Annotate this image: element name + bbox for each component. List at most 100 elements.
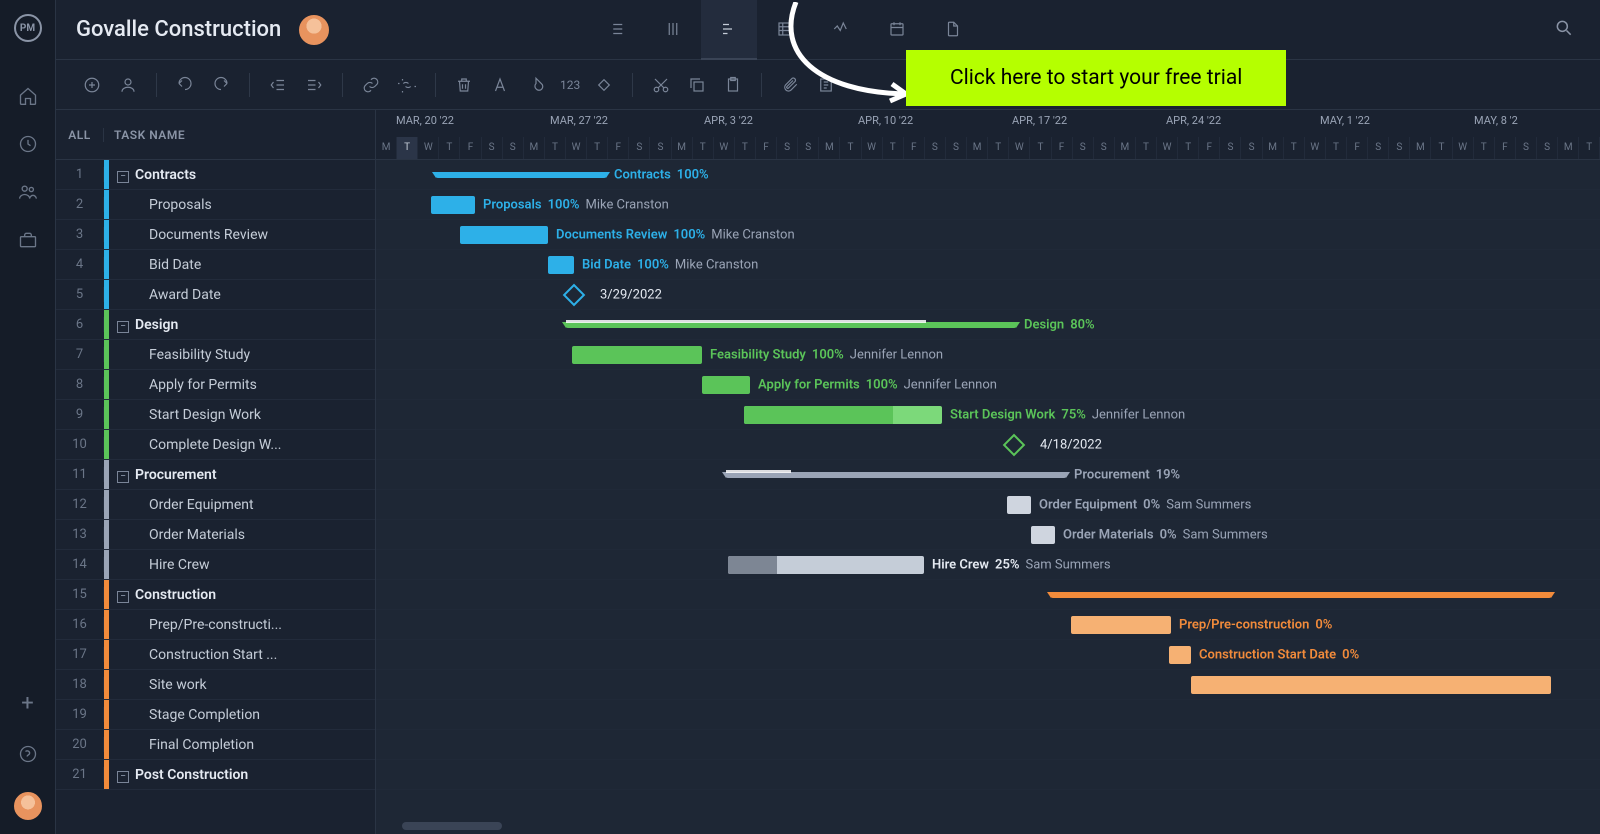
- gantt-bar-task: Proposals: [483, 198, 542, 213]
- task-row-number: 3: [56, 227, 104, 242]
- gantt-task-bar[interactable]: Proposals100%Mike Cranston: [431, 196, 475, 214]
- search-icon[interactable]: [1548, 12, 1580, 48]
- timeline-day-label: M: [1115, 137, 1136, 159]
- font-button[interactable]: [484, 69, 516, 101]
- view-board-icon[interactable]: [645, 0, 701, 60]
- task-row[interactable]: 9Start Design Work: [56, 400, 375, 430]
- view-sheet-icon[interactable]: [757, 0, 813, 60]
- collapse-icon[interactable]: −: [117, 771, 129, 783]
- gantt-task-bar[interactable]: Start Design Work75%Jennifer Lennon: [744, 406, 942, 424]
- gantt-summary-bar[interactable]: Contracts100%: [436, 172, 606, 178]
- paste-button[interactable]: [717, 69, 749, 101]
- color-button[interactable]: [520, 69, 552, 101]
- task-name: Documents Review: [109, 227, 375, 243]
- gantt-summary-bar[interactable]: Procurement19%: [726, 472, 1066, 478]
- recent-icon[interactable]: [16, 132, 40, 156]
- outdent-button[interactable]: [262, 69, 294, 101]
- timeline-week-label: MAY, 8 '2: [1474, 110, 1518, 127]
- collapse-icon[interactable]: −: [117, 471, 129, 483]
- task-row[interactable]: 12Order Equipment: [56, 490, 375, 520]
- task-row[interactable]: 19Stage Completion: [56, 700, 375, 730]
- horizontal-scrollbar[interactable]: [402, 822, 502, 830]
- gantt-summary-bar[interactable]: [1051, 592, 1551, 598]
- cta-banner[interactable]: Click here to start your free trial: [906, 50, 1286, 106]
- view-gantt-icon[interactable]: [701, 0, 757, 60]
- collapse-icon[interactable]: −: [117, 321, 129, 333]
- gantt-task-bar[interactable]: Prep/Pre-construction0%: [1071, 616, 1171, 634]
- task-row[interactable]: 3 Documents Review: [56, 220, 375, 250]
- collapse-icon[interactable]: −: [117, 171, 129, 183]
- indent-button[interactable]: [298, 69, 330, 101]
- gantt-milestone[interactable]: [563, 284, 586, 307]
- collapse-icon[interactable]: −: [117, 591, 129, 603]
- gantt-task-bar[interactable]: Documents Review100%Mike Cranston: [460, 226, 548, 244]
- gantt-task-bar[interactable]: Hire Crew25%Sam Summers: [728, 556, 924, 574]
- task-row[interactable]: 1−Contracts: [56, 160, 375, 190]
- task-name: Award Date: [109, 287, 375, 303]
- undo-button[interactable]: [169, 69, 201, 101]
- gantt-milestone[interactable]: [1003, 434, 1026, 457]
- gantt-task-bar[interactable]: Apply for Permits100%Jennifer Lennon: [702, 376, 750, 394]
- gantt-task-bar[interactable]: Construction Start Date0%: [1169, 646, 1191, 664]
- task-list: ALL TASK NAME 1−Contracts2Proposals 3 Docu…: [56, 110, 376, 834]
- copy-button[interactable]: [681, 69, 713, 101]
- task-row[interactable]: 5Award Date: [56, 280, 375, 310]
- timeline-day-label: F: [1347, 137, 1368, 159]
- column-task-name[interactable]: TASK NAME: [104, 128, 185, 142]
- task-row[interactable]: 16Prep/Pre-constructi...: [56, 610, 375, 640]
- task-name: Proposals: [109, 197, 375, 213]
- task-row[interactable]: 7Feasibility Study: [56, 340, 375, 370]
- briefcase-icon[interactable]: [16, 228, 40, 252]
- add-icon[interactable]: +: [21, 691, 33, 716]
- gantt-task-bar[interactable]: Feasibility Study100%Jennifer Lennon: [572, 346, 702, 364]
- timeline-day-label: S: [1241, 137, 1262, 159]
- timeline-day-label: M: [819, 137, 840, 159]
- task-row[interactable]: 4Bid Date: [56, 250, 375, 280]
- attach-button[interactable]: [774, 69, 806, 101]
- assign-button[interactable]: [112, 69, 144, 101]
- home-icon[interactable]: [16, 84, 40, 108]
- gantt-task-bar[interactable]: Order Equipment0%Sam Summers: [1007, 496, 1031, 514]
- task-row-number: 10: [56, 437, 104, 452]
- task-row[interactable]: 15−Construction: [56, 580, 375, 610]
- help-icon[interactable]: [16, 742, 40, 766]
- redo-button[interactable]: [205, 69, 237, 101]
- people-icon[interactable]: [16, 180, 40, 204]
- gantt-task-bar[interactable]: Bid Date100%Mike Cranston: [548, 256, 574, 274]
- user-avatar[interactable]: [14, 792, 42, 820]
- task-row[interactable]: 2Proposals: [56, 190, 375, 220]
- column-all[interactable]: ALL: [56, 128, 104, 142]
- task-row[interactable]: 20Final Completion: [56, 730, 375, 760]
- task-row[interactable]: 18Site work: [56, 670, 375, 700]
- timeline-day-label: M: [1558, 137, 1579, 159]
- gantt-task-bar[interactable]: [1191, 676, 1551, 694]
- task-row[interactable]: 21−Post Construction: [56, 760, 375, 790]
- gantt-summary-bar[interactable]: Design80%: [566, 322, 1016, 328]
- project-avatar[interactable]: [299, 15, 329, 45]
- cut-button[interactable]: [645, 69, 677, 101]
- task-row[interactable]: 14Hire Crew: [56, 550, 375, 580]
- milestone-button[interactable]: [588, 69, 620, 101]
- task-row[interactable]: 13Order Materials: [56, 520, 375, 550]
- link-button[interactable]: [355, 69, 387, 101]
- task-row[interactable]: 17Construction Start ...: [56, 640, 375, 670]
- timeline-day-label: S: [946, 137, 967, 159]
- task-row[interactable]: 8Apply for Permits: [56, 370, 375, 400]
- gantt-row: Prep/Pre-construction0%: [376, 610, 1600, 640]
- gantt-bar-pct: 100%: [673, 228, 705, 243]
- timeline-day-label: M: [376, 137, 397, 159]
- unlink-button[interactable]: [391, 69, 423, 101]
- timeline-day-label: T: [587, 137, 608, 159]
- delete-button[interactable]: [448, 69, 480, 101]
- view-dashboard-icon[interactable]: [813, 0, 869, 60]
- view-list-icon[interactable]: [589, 0, 645, 60]
- task-row[interactable]: 10 Complete Design W...: [56, 430, 375, 460]
- task-row[interactable]: 6−Design: [56, 310, 375, 340]
- note-button[interactable]: [810, 69, 842, 101]
- task-row[interactable]: 11−Procurement: [56, 460, 375, 490]
- timeline-day-label: M: [672, 137, 693, 159]
- gantt-chart[interactable]: MTWTFSSMTWTFSSMTWTFSSMTWTFSSMTWTFSSMTWTF…: [376, 110, 1600, 834]
- task-name: Complete Design W...: [109, 437, 375, 453]
- gantt-task-bar[interactable]: Order Materials0%Sam Summers: [1031, 526, 1055, 544]
- add-task-button[interactable]: [76, 69, 108, 101]
